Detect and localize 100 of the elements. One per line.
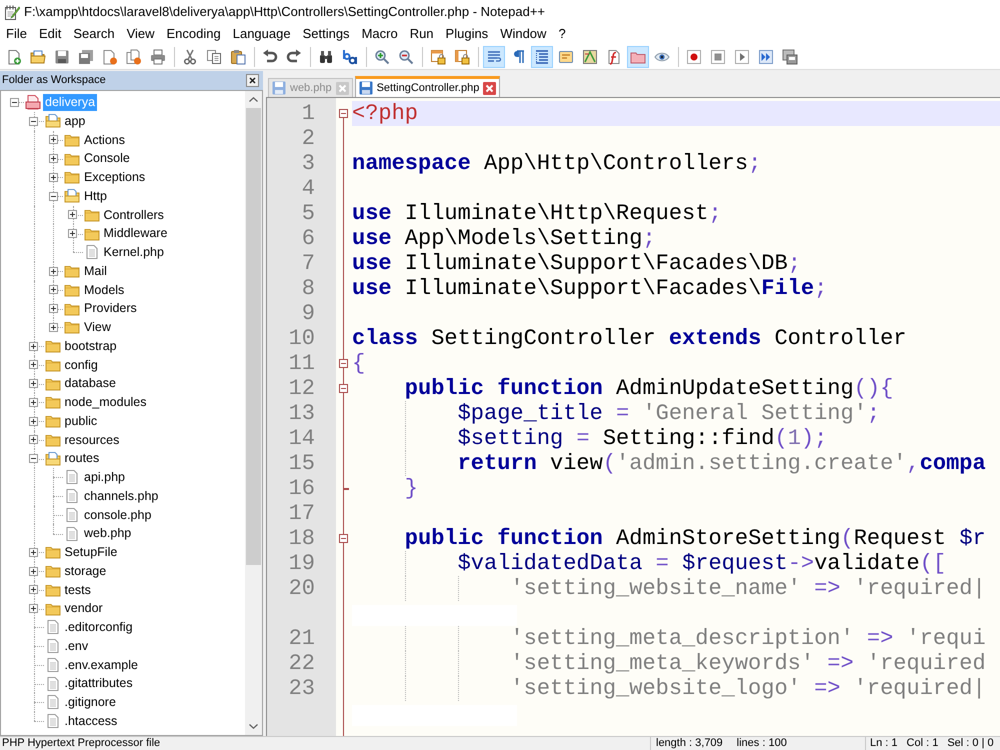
fold-minus-icon[interactable]: [339, 109, 348, 118]
plus-box-icon[interactable]: [48, 172, 58, 182]
plus-box-icon[interactable]: [29, 416, 38, 426]
plus-box-icon[interactable]: [48, 304, 58, 314]
plus-box-icon[interactable]: [48, 266, 58, 276]
tree-item[interactable]: Middleware: [102, 225, 170, 242]
plus-box-icon[interactable]: [48, 285, 58, 294]
tree-item[interactable]: node_modules: [62, 394, 149, 411]
tree-item[interactable]: Mail: [82, 262, 109, 280]
tree-item[interactable]: Controllers: [102, 206, 166, 224]
tree-item[interactable]: View: [82, 318, 113, 336]
save-all-icon[interactable]: [78, 48, 94, 64]
replace-icon[interactable]: [342, 48, 358, 64]
tree-item[interactable]: web.php: [82, 525, 134, 542]
tree-item[interactable]: public: [62, 412, 100, 430]
fast-forward-icon[interactable]: [758, 48, 774, 64]
tree-item[interactable]: database: [62, 375, 118, 392]
tab[interactable]: SettingController.php: [354, 76, 500, 97]
fold-minus-icon[interactable]: [339, 384, 348, 393]
save-icon[interactable]: [54, 48, 70, 64]
tree-item[interactable]: tests: [62, 581, 93, 598]
menu-item[interactable]: Macro: [356, 24, 404, 44]
tree-item[interactable]: SetupFile: [62, 544, 120, 561]
menu-item[interactable]: Language: [226, 24, 297, 44]
binoculars-icon[interactable]: [318, 48, 334, 64]
tree-item[interactable]: app: [62, 112, 88, 130]
menu-item[interactable]: ?: [552, 24, 572, 44]
menu-item[interactable]: File: [0, 24, 33, 44]
tree-item[interactable]: .htaccess: [62, 712, 120, 730]
scrollbar-thumb[interactable]: [246, 108, 261, 565]
tree-item[interactable]: Http: [82, 188, 109, 205]
tree-item[interactable]: channels.php: [82, 488, 160, 505]
plus-box-icon[interactable]: [29, 585, 38, 594]
tree-item[interactable]: vendor: [62, 600, 105, 618]
window-lock-icon[interactable]: [430, 48, 446, 64]
play-icon[interactable]: [734, 48, 750, 64]
stop-icon[interactable]: [710, 48, 726, 64]
plus-box-icon[interactable]: [29, 604, 38, 614]
minus-box-icon[interactable]: [10, 98, 18, 107]
redo-icon[interactable]: [286, 48, 302, 64]
undo-icon[interactable]: [262, 48, 278, 64]
tree-item[interactable]: resources: [62, 431, 122, 448]
tree-item[interactable]: .editorconfig: [62, 618, 135, 636]
plus-box-icon[interactable]: [29, 435, 38, 444]
fold-minus-icon[interactable]: [339, 534, 348, 543]
plus-box-icon[interactable]: [29, 379, 38, 388]
close-file-icon[interactable]: [102, 48, 118, 64]
tree-item[interactable]: routes: [62, 450, 102, 468]
plus-box-icon[interactable]: [48, 322, 58, 332]
print-icon[interactable]: [150, 48, 166, 64]
tree-item[interactable]: Providers: [82, 300, 139, 318]
plus-box-icon[interactable]: [29, 398, 38, 407]
notepad-icon[interactable]: [558, 48, 574, 64]
tree-item[interactable]: api.php: [82, 468, 128, 486]
function-list-icon[interactable]: [606, 48, 622, 64]
folder-icon[interactable]: [627, 46, 649, 68]
menu-item[interactable]: Edit: [32, 24, 68, 44]
close-icon[interactable]: [246, 74, 259, 87]
tree-item[interactable]: Kernel.php: [102, 244, 166, 261]
tree-item[interactable]: Console: [82, 150, 132, 168]
record-icon[interactable]: [686, 48, 702, 64]
tree-item[interactable]: bootstrap: [62, 338, 119, 355]
plus-box-icon[interactable]: [48, 135, 58, 144]
chevron-down-icon[interactable]: [249, 724, 258, 729]
menu-item[interactable]: Window: [494, 24, 552, 44]
copy-icon[interactable]: [206, 48, 222, 64]
tree-item[interactable]: Models: [82, 281, 126, 298]
indent-guide-icon[interactable]: [531, 46, 553, 68]
map-icon[interactable]: [582, 48, 598, 64]
cut-icon[interactable]: [182, 48, 198, 64]
window-lock-icon[interactable]: [454, 48, 470, 64]
new-file-icon[interactable]: [6, 48, 22, 64]
plus-box-icon[interactable]: [29, 566, 38, 576]
plus-box-icon[interactable]: [29, 360, 38, 370]
zoom-out-icon[interactable]: [398, 48, 414, 64]
tree-item[interactable]: .gitignore: [62, 694, 118, 711]
tree-item[interactable]: .gitattributes: [62, 675, 135, 692]
tree-item[interactable]: Exceptions: [82, 168, 148, 186]
minus-box-icon[interactable]: [29, 116, 38, 126]
menu-item[interactable]: Encoding: [160, 24, 227, 44]
tree-item[interactable]: config: [62, 356, 100, 374]
menu-item[interactable]: Search: [67, 24, 121, 44]
windows-stack-icon[interactable]: [782, 48, 798, 64]
plus-box-icon[interactable]: [29, 342, 38, 351]
minus-box-icon[interactable]: [29, 454, 38, 464]
menu-item[interactable]: Plugins: [440, 24, 494, 44]
plus-box-icon[interactable]: [68, 210, 77, 220]
scrollbar[interactable]: [245, 91, 262, 735]
plus-box-icon[interactable]: [29, 548, 38, 557]
paste-icon[interactable]: [230, 48, 246, 64]
menu-item[interactable]: View: [120, 24, 161, 44]
code-editor[interactable]: [266, 97, 1000, 736]
tree-item[interactable]: storage: [62, 562, 108, 580]
tree-item[interactable]: console.php: [82, 506, 154, 524]
word-wrap-icon[interactable]: [483, 46, 505, 68]
plus-box-icon[interactable]: [48, 154, 58, 164]
menu-item[interactable]: Run: [404, 24, 440, 44]
fold-minus-icon[interactable]: [339, 359, 348, 368]
menu-item[interactable]: Settings: [296, 24, 356, 44]
plus-box-icon[interactable]: [68, 229, 77, 238]
